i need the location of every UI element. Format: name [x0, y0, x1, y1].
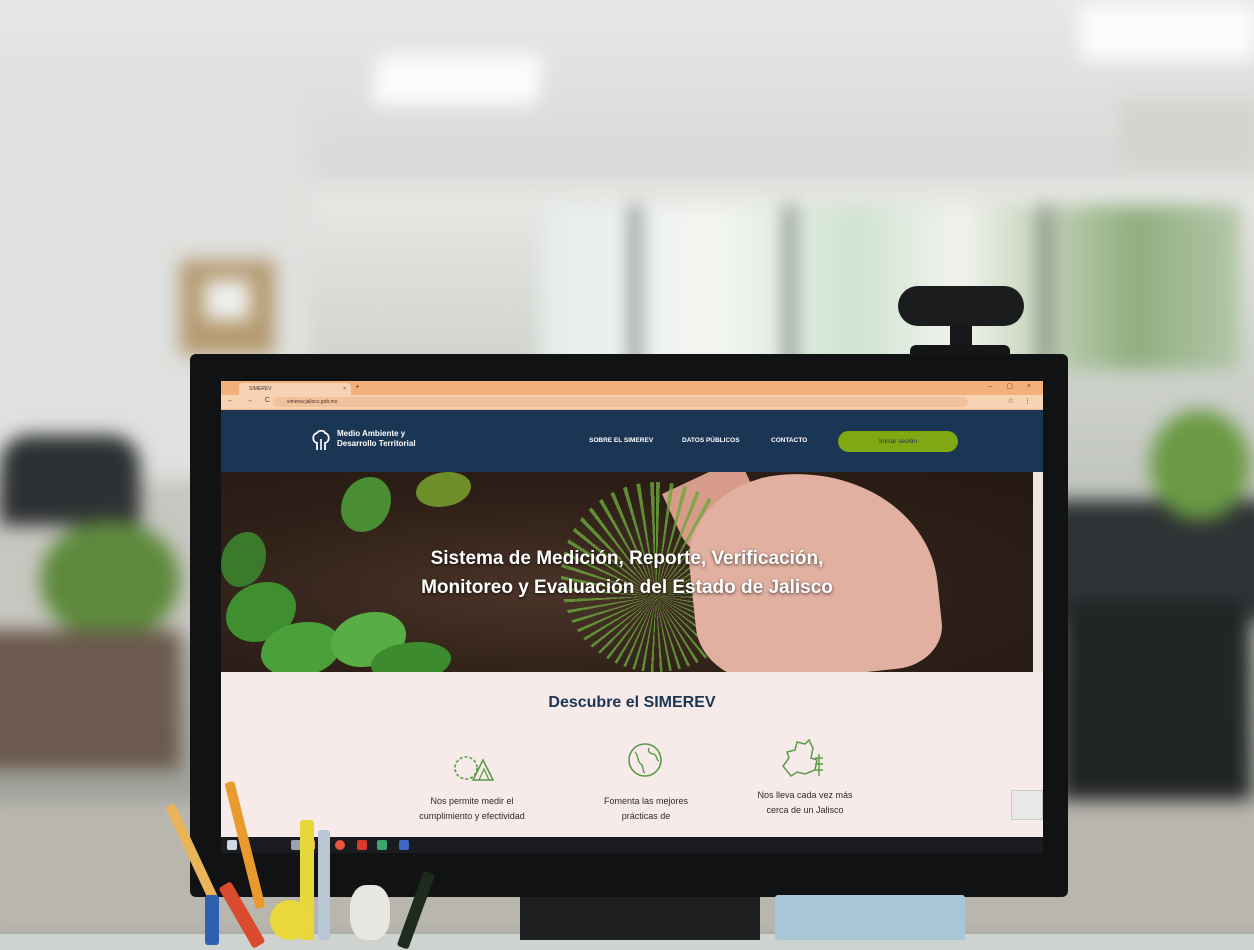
pen	[205, 895, 219, 945]
windows	[540, 205, 1240, 370]
new-tab-icon[interactable]: +	[355, 382, 360, 391]
globe-icon	[628, 743, 662, 777]
tab-title: SIMEREV	[249, 386, 272, 392]
section-title: Descubre el SIMEREV	[548, 694, 716, 711]
hero-title-line-2: Monitoreo y Evaluación del Estado de Jal…	[421, 577, 833, 598]
os-taskbar	[221, 837, 1043, 853]
start-icon[interactable]	[227, 840, 237, 850]
hero-title: Sistema de Medición, Reporte, Verificaci…	[221, 544, 1033, 602]
menu-contacto[interactable]: CONTACTO	[771, 437, 807, 444]
feature-3-text: Nos lleva cada vez más cerca de un Jalis…	[757, 790, 853, 815]
air-conditioner	[1120, 100, 1254, 165]
jalisco-map-icon	[782, 738, 823, 778]
feature-1-text: Nos permite medir el cumplimiento y efec…	[419, 796, 525, 821]
nav-buttons[interactable]: ← → C	[227, 397, 275, 404]
plant	[1150, 410, 1250, 520]
recaptcha-badge[interactable]	[1011, 790, 1043, 820]
discover-section: Descubre el SIMEREV Nos permite medir el…	[221, 672, 1043, 837]
window-controls[interactable]: – ▢ ×	[989, 382, 1037, 390]
hero-title-line-1: Sistema de Medición, Reporte, Verificaci…	[430, 548, 824, 569]
browser-tab-bar: SIMEREV × + – ▢ ×	[221, 381, 1043, 395]
menu-datos-publicos[interactable]: DATOS PÚBLICOS	[682, 437, 740, 444]
menu-sobre-el-simerev[interactable]: SOBRE EL SIMEREV	[589, 437, 653, 444]
login-button[interactable]: Iniciar sesión	[838, 431, 958, 452]
webcam	[898, 286, 1024, 326]
chrome-icon[interactable]	[335, 840, 345, 850]
address-bar[interactable]: simerev.jalisco.gob.mx	[273, 397, 968, 407]
logo-line-1: Medio Ambiente y	[337, 429, 406, 438]
gear-leaf-icon	[454, 756, 495, 781]
logo-line-2: Desarrollo Territorial	[337, 439, 416, 448]
pdf-reader-icon[interactable]	[357, 840, 367, 850]
ceiling-light	[371, 55, 544, 105]
hero-banner: Sistema de Medición, Reporte, Verificaci…	[221, 472, 1033, 672]
feature-2-text: Fomenta las mejores prácticas de	[603, 796, 689, 821]
ceiling-light	[1080, 5, 1254, 60]
screen: SIMEREV × + – ▢ × ← → C simerev.jalisco.…	[221, 381, 1043, 853]
office-chair	[0, 435, 140, 525]
monitor-stand	[520, 895, 760, 940]
toolbar-icons[interactable]: ☆ ⋮	[1008, 397, 1035, 405]
browser-toolbar: ← → C simerev.jalisco.gob.mx ☆ ⋮	[221, 395, 1043, 410]
pen	[318, 830, 330, 940]
marker-cap	[270, 900, 310, 940]
scrollbar[interactable]	[1033, 472, 1043, 672]
site-header: Medio Ambiente y Desarrollo Territorial …	[221, 410, 1043, 472]
office-chair	[1060, 600, 1250, 830]
site-logo[interactable]: Medio Ambiente y Desarrollo Territorial	[337, 429, 416, 449]
tissue	[350, 885, 390, 940]
app-icon[interactable]	[399, 840, 409, 850]
app-icon[interactable]	[377, 840, 387, 850]
notebook	[775, 895, 965, 940]
tree-logo-icon	[312, 430, 330, 450]
browser-tab[interactable]: SIMEREV ×	[239, 383, 351, 395]
plant	[40, 520, 180, 640]
close-tab-icon[interactable]: ×	[343, 383, 346, 395]
